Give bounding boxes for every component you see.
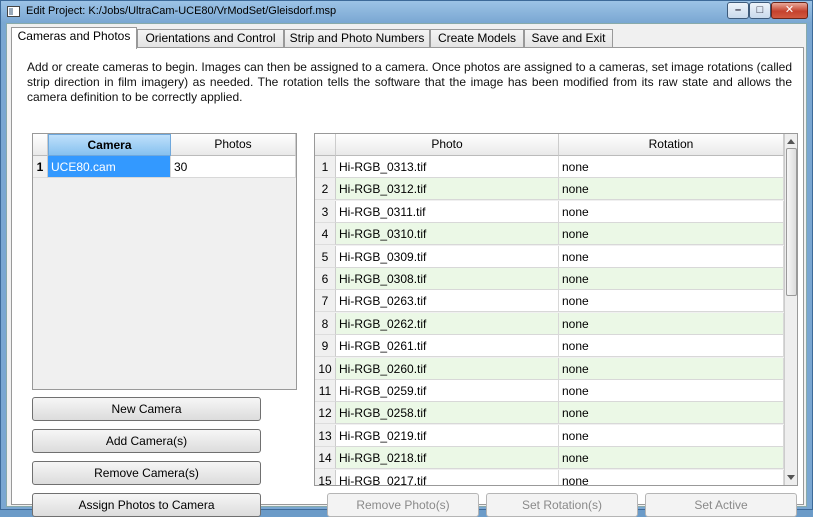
remove-photos-button[interactable]: Remove Photo(s) xyxy=(327,493,479,517)
photo-name-cell[interactable]: Hi-RGB_0311.tif xyxy=(336,200,559,223)
camera-column-header[interactable]: Camera xyxy=(48,134,171,156)
rotation-cell[interactable]: none xyxy=(559,424,784,447)
photo-name-cell[interactable]: Hi-RGB_0313.tif xyxy=(336,156,559,178)
camera-row-number[interactable]: 1 xyxy=(33,156,48,178)
photo-name-cell[interactable]: Hi-RGB_0218.tif xyxy=(336,447,559,470)
rotation-cell[interactable]: none xyxy=(559,380,784,402)
rotation-column-header[interactable]: Rotation xyxy=(559,134,784,156)
tab-strip-and-photo-numbers[interactable]: Strip and Photo Numbers xyxy=(284,29,430,48)
set-active-button[interactable]: Set Active xyxy=(645,493,797,517)
photo-column-header[interactable]: Photo xyxy=(336,134,559,156)
photo-name-cell[interactable]: Hi-RGB_0217.tif xyxy=(336,469,559,485)
camera-table-corner xyxy=(33,134,48,156)
tab-save-and-exit[interactable]: Save and Exit xyxy=(524,29,613,48)
scroll-thumb[interactable] xyxy=(786,148,797,296)
photo-name-cell[interactable]: Hi-RGB_0308.tif xyxy=(336,268,559,290)
photos-count-cell[interactable]: 30 xyxy=(171,156,296,178)
photo-row-number[interactable]: 5 xyxy=(315,245,336,268)
window-title: Edit Project: K:/Jobs/UltraCam-UCE80/VrM… xyxy=(26,5,337,17)
photo-row-number[interactable]: 8 xyxy=(315,312,336,335)
photo-row-number[interactable]: 12 xyxy=(315,402,336,425)
camera-table[interactable]: Camera Photos 1 UCE80.cam 30 xyxy=(32,133,297,390)
maximize-button[interactable]: □ xyxy=(749,2,771,19)
photo-row-number[interactable]: 11 xyxy=(315,380,336,402)
cameras-and-photos-panel: Add or create cameras to begin. Images c… xyxy=(11,47,804,517)
app-icon[interactable] xyxy=(7,6,20,17)
photo-row-number[interactable]: 4 xyxy=(315,223,336,246)
photo-name-cell[interactable]: Hi-RGB_0310.tif xyxy=(336,223,559,246)
main-window: Edit Project: K:/Jobs/UltraCam-UCE80/VrM… xyxy=(0,0,813,517)
remove-cameras-button[interactable]: Remove Camera(s) xyxy=(32,461,261,485)
new-camera-button[interactable]: New Camera xyxy=(32,397,261,421)
photo-name-cell[interactable]: Hi-RGB_0312.tif xyxy=(336,178,559,201)
photo-name-cell[interactable]: Hi-RGB_0259.tif xyxy=(336,380,559,402)
assign-photos-button[interactable]: Assign Photos to Camera xyxy=(32,493,261,517)
photo-name-cell[interactable]: Hi-RGB_0258.tif xyxy=(336,402,559,425)
photo-name-cell[interactable]: Hi-RGB_0309.tif xyxy=(336,245,559,268)
photo-row-number[interactable]: 6 xyxy=(315,268,336,290)
close-button[interactable]: ✕ xyxy=(771,2,808,19)
photo-row-number[interactable]: 15 xyxy=(315,469,336,485)
photo-name-cell[interactable]: Hi-RGB_0262.tif xyxy=(336,312,559,335)
tab-cameras-and-photos[interactable]: Cameras and Photos xyxy=(11,27,137,49)
photo-row-number[interactable]: 13 xyxy=(315,424,336,447)
tab-orientations-and-control[interactable]: Orientations and Control xyxy=(137,29,284,48)
rotation-cell[interactable]: none xyxy=(559,200,784,223)
add-cameras-button[interactable]: Add Camera(s) xyxy=(32,429,261,453)
photo-row-number[interactable]: 3 xyxy=(315,200,336,223)
photo-name-cell[interactable]: Hi-RGB_0219.tif xyxy=(336,424,559,447)
client-area: Cameras and Photos Orientations and Cont… xyxy=(6,23,807,517)
scroll-up-icon[interactable] xyxy=(787,139,795,144)
photo-row-number[interactable]: 2 xyxy=(315,178,336,201)
photo-row-number[interactable]: 1 xyxy=(315,156,336,178)
rotation-cell[interactable]: none xyxy=(559,469,784,485)
photo-name-cell[interactable]: Hi-RGB_0263.tif xyxy=(336,290,559,313)
photo-name-cell[interactable]: Hi-RGB_0260.tif xyxy=(336,357,559,380)
photo-row-number[interactable]: 7 xyxy=(315,290,336,313)
camera-cell[interactable]: UCE80.cam xyxy=(48,156,171,178)
rotation-cell[interactable]: none xyxy=(559,447,784,470)
rotation-cell[interactable]: none xyxy=(559,178,784,201)
rotation-cell[interactable]: none xyxy=(559,312,784,335)
photo-table-corner xyxy=(315,134,336,156)
photo-name-cell[interactable]: Hi-RGB_0261.tif xyxy=(336,335,559,358)
rotation-cell[interactable]: none xyxy=(559,290,784,313)
photo-row-number[interactable]: 9 xyxy=(315,335,336,358)
rotation-cell[interactable]: none xyxy=(559,268,784,290)
tab-create-models[interactable]: Create Models xyxy=(430,29,524,48)
rotation-cell[interactable]: none xyxy=(559,223,784,246)
photos-column-header[interactable]: Photos xyxy=(171,134,296,156)
set-rotations-button[interactable]: Set Rotation(s) xyxy=(486,493,638,517)
photo-table-scrollbar[interactable] xyxy=(784,134,797,485)
intro-text: Add or create cameras to begin. Images c… xyxy=(27,60,792,104)
rotation-cell[interactable]: none xyxy=(559,357,784,380)
scroll-down-icon[interactable] xyxy=(787,475,795,480)
photo-row-number[interactable]: 14 xyxy=(315,447,336,470)
photo-row-number[interactable]: 10 xyxy=(315,357,336,380)
rotation-cell[interactable]: none xyxy=(559,402,784,425)
rotation-cell[interactable]: none xyxy=(559,156,784,178)
rotation-cell[interactable]: none xyxy=(559,335,784,358)
title-bar[interactable]: Edit Project: K:/Jobs/UltraCam-UCE80/VrM… xyxy=(1,1,812,23)
minimize-button[interactable]: – xyxy=(727,2,749,19)
photo-table[interactable]: Photo Rotation 1 Hi-RGB_0313.tif none 2 Hi-R… xyxy=(314,133,798,486)
rotation-cell[interactable]: none xyxy=(559,245,784,268)
